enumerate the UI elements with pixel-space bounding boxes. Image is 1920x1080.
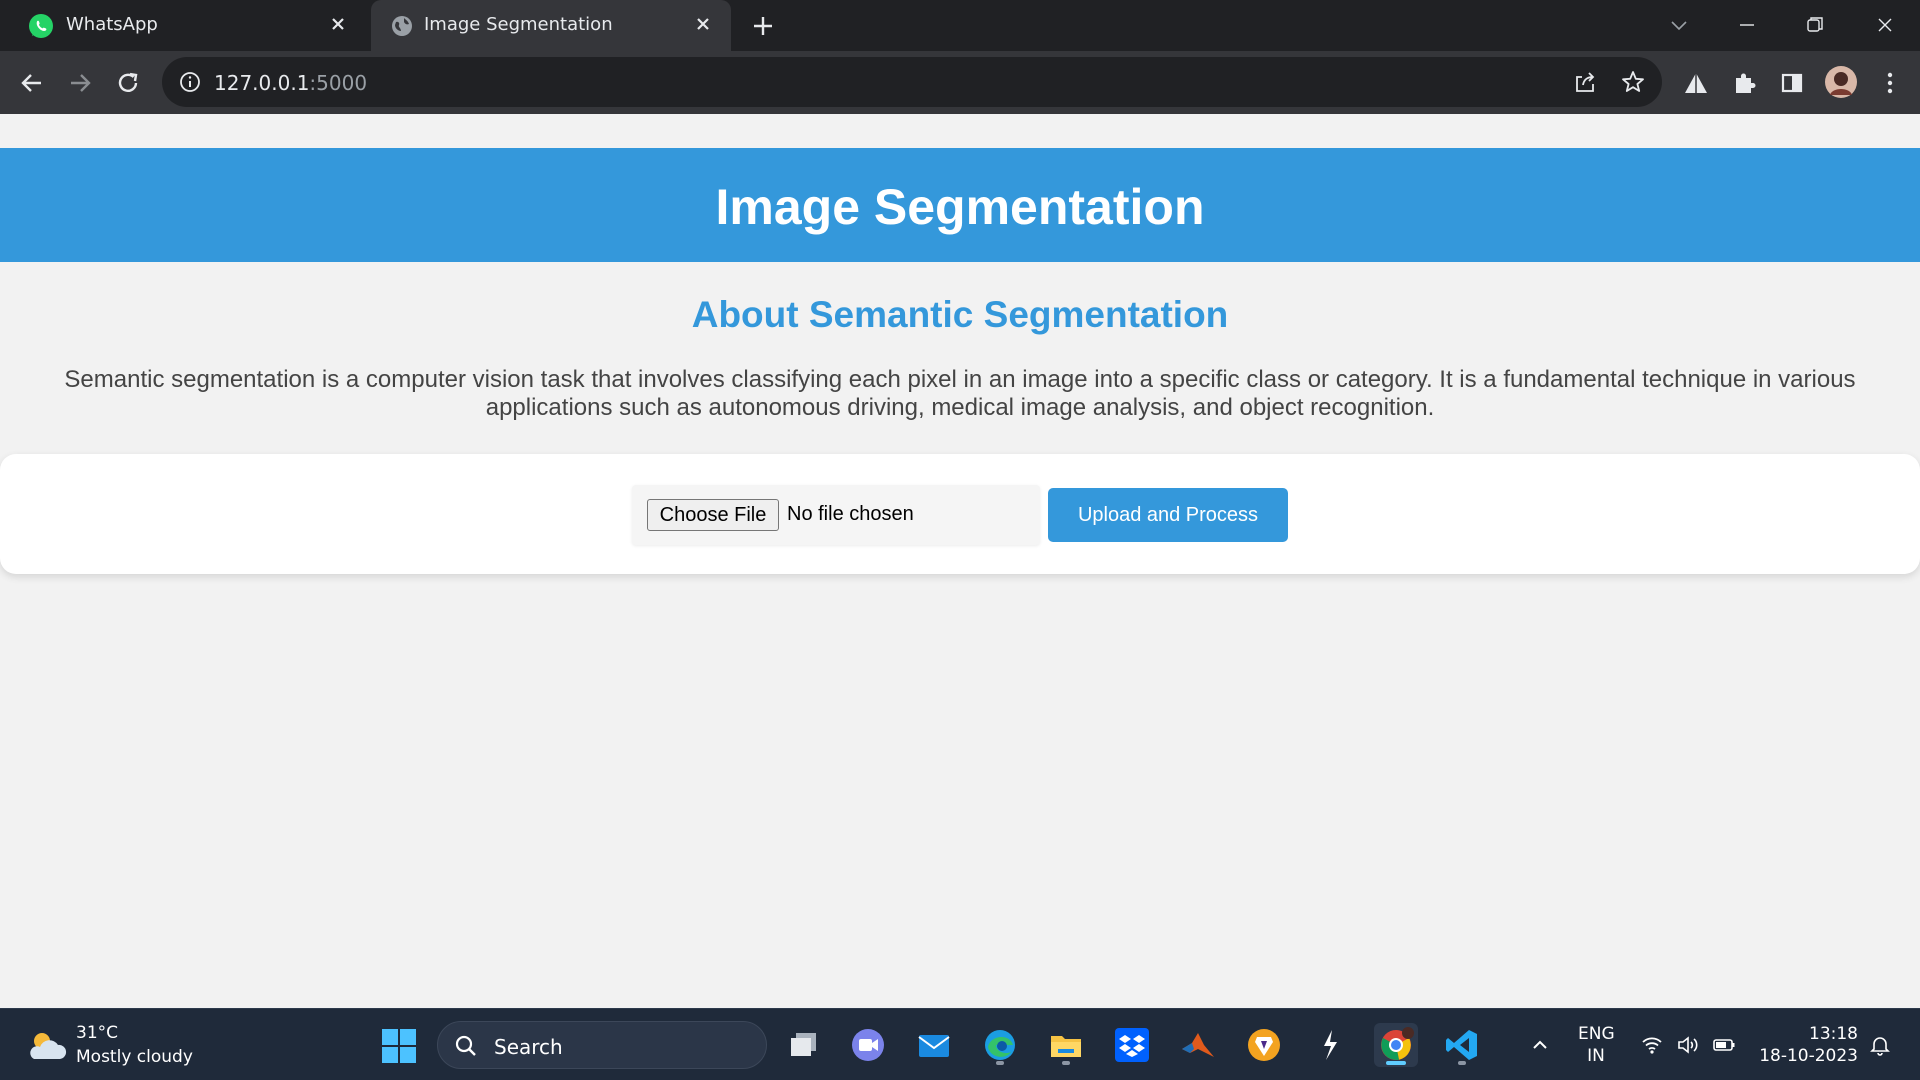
new-tab-icon[interactable] (748, 11, 778, 41)
back-arrow-icon[interactable] (14, 65, 50, 101)
browser-toolbar: 127.0.0.1:5000 (0, 51, 1920, 114)
profile-avatar-icon[interactable] (1824, 65, 1858, 99)
close-tab-icon[interactable] (691, 12, 715, 36)
running-indicator (1458, 1061, 1466, 1065)
battery-icon[interactable] (1712, 1033, 1736, 1057)
notification-bell-icon[interactable] (1868, 1033, 1892, 1057)
choose-file-button[interactable]: Choose File (647, 499, 779, 531)
more-menu-icon[interactable] (1876, 69, 1904, 97)
tab-image-segmentation[interactable]: Image Segmentation (371, 0, 731, 51)
system-clock[interactable]: 13:18 18-10-2023 (1759, 1023, 1858, 1067)
search-label: Search (494, 1035, 563, 1059)
lang-code: ENG (1578, 1024, 1615, 1044)
minimize-icon[interactable] (1730, 8, 1764, 42)
weather-description[interactable]: Mostly cloudy (76, 1047, 193, 1067)
clock-time: 13:18 (1809, 1024, 1858, 1044)
url-text[interactable]: 127.0.0.1:5000 (214, 71, 367, 95)
side-panel-icon[interactable] (1778, 69, 1806, 97)
bookmark-star-icon[interactable] (1620, 69, 1646, 95)
lang-region: IN (1587, 1046, 1605, 1066)
tab-search-icon[interactable] (1662, 8, 1696, 42)
restore-icon[interactable] (1798, 8, 1832, 42)
running-indicator (996, 1061, 1004, 1065)
upload-and-process-button[interactable]: Upload and Process (1048, 488, 1288, 542)
cloudy-weather-icon[interactable] (26, 1029, 68, 1063)
brave-icon[interactable] (1242, 1023, 1286, 1067)
chrome-icon[interactable] (1374, 1023, 1418, 1067)
forward-arrow-icon[interactable] (62, 65, 98, 101)
globe-icon (392, 16, 412, 36)
tab-whatsapp[interactable]: WhatsApp (0, 0, 366, 51)
windows-start-icon[interactable] (381, 1028, 417, 1064)
wifi-icon[interactable] (1640, 1033, 1664, 1057)
about-paragraph: Semantic segmentation is a computer visi… (64, 366, 1856, 421)
page-title: Image Segmentation (715, 179, 1205, 235)
file-explorer-icon[interactable] (1044, 1023, 1088, 1067)
active-indicator (1386, 1061, 1406, 1065)
running-indicator (1062, 1061, 1070, 1065)
weather-temperature[interactable]: 31°C (76, 1023, 118, 1043)
dropbox-icon[interactable] (1110, 1023, 1154, 1067)
edge-icon[interactable] (978, 1023, 1022, 1067)
whatsapp-icon (29, 14, 53, 38)
mail-icon[interactable] (912, 1023, 956, 1067)
page-viewport: Image Segmentation About Semantic Segmen… (0, 114, 1920, 1008)
url-port: :5000 (309, 71, 368, 95)
matlab-icon[interactable] (1176, 1023, 1220, 1067)
spark-icon[interactable] (1308, 1023, 1352, 1067)
upload-form: Choose File No file chosen Upload and Pr… (0, 454, 1920, 574)
share-icon[interactable] (1572, 69, 1598, 95)
about-heading: About Semantic Segmentation (691, 294, 1229, 335)
tab-title: Image Segmentation (424, 14, 613, 35)
tab-title: WhatsApp (66, 14, 158, 35)
file-status-text: No file chosen (787, 503, 914, 525)
tab-strip: WhatsApp Image Segmentation (0, 0, 1920, 51)
page-header: Image Segmentation (0, 148, 1920, 262)
close-tab-icon[interactable] (326, 12, 350, 36)
teams-chat-icon[interactable] (846, 1023, 890, 1067)
taskbar-search[interactable]: Search (437, 1021, 767, 1069)
chevron-up-icon[interactable] (1528, 1033, 1552, 1057)
task-view-icon[interactable] (782, 1023, 826, 1067)
windows-taskbar: 31°C Mostly cloudy Search ENG IN 13:18 1… (0, 1008, 1920, 1080)
file-input[interactable]: Choose File No file chosen (632, 485, 1040, 545)
extensions-puzzle-icon[interactable] (1730, 69, 1758, 97)
clock-date: 18-10-2023 (1759, 1046, 1858, 1066)
close-window-icon[interactable] (1868, 8, 1902, 42)
address-bar[interactable]: 127.0.0.1:5000 (162, 57, 1662, 107)
extension-triangle-icon[interactable] (1682, 69, 1710, 97)
vscode-icon[interactable] (1440, 1023, 1484, 1067)
input-language[interactable]: ENG IN (1578, 1023, 1615, 1067)
volume-icon[interactable] (1676, 1033, 1700, 1057)
site-info-icon[interactable] (178, 70, 202, 94)
reload-icon[interactable] (110, 65, 146, 101)
search-icon (455, 1035, 476, 1056)
url-host: 127.0.0.1 (214, 71, 310, 95)
